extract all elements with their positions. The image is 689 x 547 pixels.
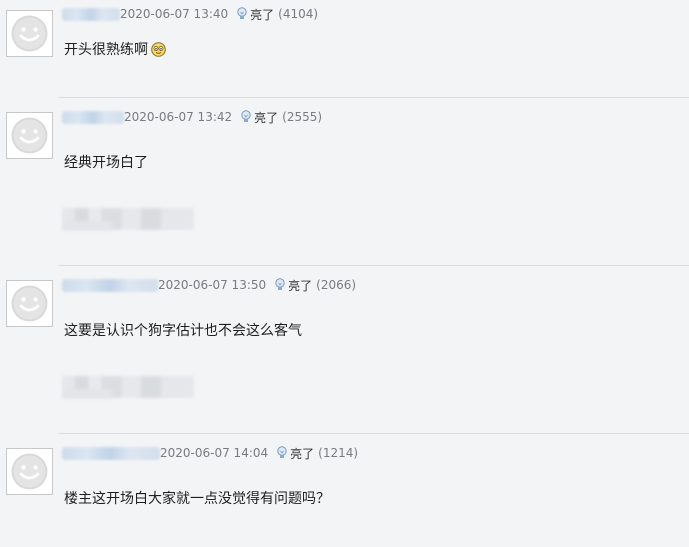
comment-text: 开头很熟练啊 xyxy=(64,39,166,59)
light-count: (1214) xyxy=(318,446,359,460)
lightbulb-icon[interactable] xyxy=(240,110,252,124)
comment-divider xyxy=(58,265,689,266)
comment-time: 2020-06-07 14:04 xyxy=(160,446,269,460)
lightbulb-icon[interactable] xyxy=(276,446,288,460)
comment-time: 2020-06-07 13:42 xyxy=(124,110,233,124)
smiley-avatar-icon xyxy=(11,15,48,52)
user-avatar[interactable] xyxy=(6,448,53,495)
smiley-avatar-icon xyxy=(11,285,48,322)
username-redacted[interactable] xyxy=(62,278,158,292)
lightbulb-icon[interactable] xyxy=(236,7,248,21)
smiley-avatar-icon xyxy=(11,453,48,490)
lightbulb-icon[interactable] xyxy=(274,278,286,292)
user-avatar[interactable] xyxy=(6,112,53,159)
light-count: (2066) xyxy=(316,278,357,292)
username-redacted[interactable] xyxy=(62,446,160,460)
comment-meta: 2020-06-07 13:42 亮了 (2555) xyxy=(62,108,322,126)
light-button[interactable]: 亮了 xyxy=(250,6,274,23)
comment-content: 这要是认识个狗字估计也不会这么客气 xyxy=(64,323,302,339)
light-button[interactable]: 亮了 xyxy=(254,109,278,126)
light-count: (2555) xyxy=(282,110,323,124)
comment-divider xyxy=(58,97,689,98)
comment-time: 2020-06-07 13:50 xyxy=(158,278,267,292)
username-redacted[interactable] xyxy=(62,110,124,124)
comment-time: 2020-06-07 13:40 xyxy=(120,7,229,21)
quoted-text-redacted xyxy=(62,376,194,399)
light-count: (4104) xyxy=(278,7,319,21)
light-button[interactable]: 亮了 xyxy=(288,277,312,294)
user-avatar[interactable] xyxy=(6,280,53,327)
comment-content: 楼主这开场白大家就一点没觉得有问题吗？ xyxy=(64,491,330,507)
comment-divider xyxy=(58,433,689,434)
user-avatar[interactable] xyxy=(6,10,53,57)
comment-meta: 2020-06-07 13:40 亮了 (4104) xyxy=(62,5,318,23)
username-redacted[interactable] xyxy=(62,7,120,21)
comment-text: 经典开场白了 xyxy=(64,152,148,172)
comment-content: 经典开场白了 xyxy=(64,155,148,171)
comment-text: 楼主这开场白大家就一点没觉得有问题吗？ xyxy=(64,488,330,508)
smiley-avatar-icon xyxy=(11,117,48,154)
light-button[interactable]: 亮了 xyxy=(290,445,314,462)
comment-meta: 2020-06-07 14:04 亮了 (1214) xyxy=(62,444,358,462)
comment-content: 开头很熟练啊 xyxy=(64,42,148,58)
comment-text: 这要是认识个狗字估计也不会这么客气 xyxy=(64,320,302,340)
quoted-text-redacted xyxy=(62,208,194,231)
smiling-emoji-icon xyxy=(151,41,166,57)
comment-meta: 2020-06-07 13:50 亮了 (2066) xyxy=(62,276,356,294)
